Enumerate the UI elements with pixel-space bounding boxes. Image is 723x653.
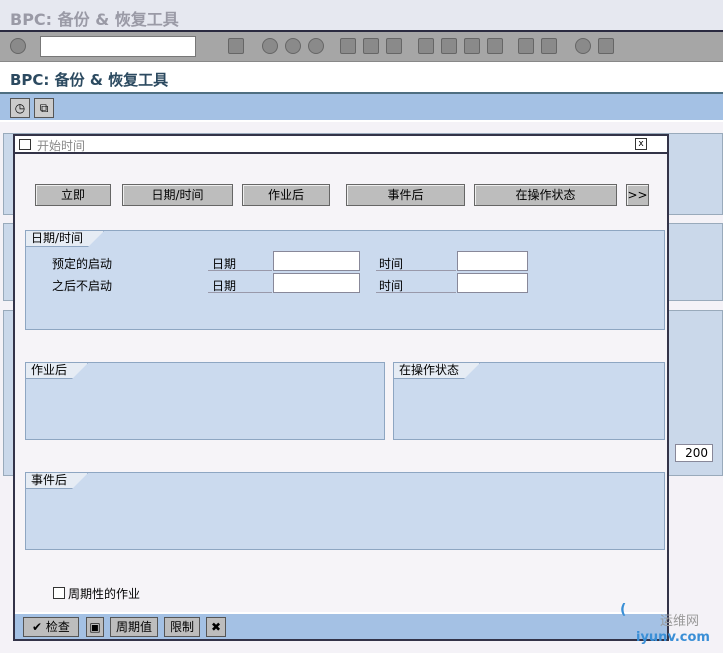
period-values-button[interactable]: 周期值 xyxy=(110,617,158,637)
check-label: 检查 xyxy=(45,620,70,634)
dialog-title: 开始时间 xyxy=(37,139,86,153)
group-label: 日期/时间 xyxy=(26,231,104,247)
watermark-text: 运维网 xyxy=(660,614,700,629)
group-label: 事件后 xyxy=(26,473,88,489)
background-value-field[interactable]: 200 xyxy=(675,444,713,462)
close-icon[interactable]: x xyxy=(635,138,647,150)
start-date-input[interactable] xyxy=(273,251,360,271)
window-titlebar: BPC: 备份 & 恢复工具 xyxy=(0,0,723,32)
schedule-icon[interactable]: ◷ xyxy=(10,98,30,118)
cancel-icon[interactable]: ✖ xyxy=(206,617,226,637)
no-start-after-label: 之后不启动 xyxy=(52,279,113,293)
new-session-icon[interactable] xyxy=(518,38,534,54)
last-page-icon[interactable] xyxy=(487,38,503,54)
periodic-job-checkbox[interactable] xyxy=(53,587,65,599)
op-mode-button[interactable]: 在操作状态 xyxy=(474,184,617,206)
app-toolbar: ◷ ⧉ xyxy=(0,94,723,122)
check-button[interactable]: ✔ 检查 xyxy=(23,617,79,637)
app-titlebar: BPC: 备份 & 恢复工具 xyxy=(0,62,723,94)
scheduled-start-label: 预定的启动 xyxy=(52,257,113,271)
help-icon[interactable] xyxy=(575,38,591,54)
find-icon[interactable] xyxy=(363,38,379,54)
start-time-dialog: 开始时间 x 立即 日期/时间 作业后 事件后 在操作状态 >> 日期/时间 预… xyxy=(13,134,669,641)
layout-menu-icon[interactable] xyxy=(598,38,614,54)
datetime-button[interactable]: 日期/时间 xyxy=(122,184,233,206)
shortcut-icon[interactable] xyxy=(541,38,557,54)
op-mode-group: 在操作状态 xyxy=(393,362,665,440)
dialog-icon xyxy=(19,139,31,150)
after-job-group: 作业后 xyxy=(25,362,385,440)
watermark-url: iyunv.com xyxy=(636,630,710,645)
immediate-button[interactable]: 立即 xyxy=(35,184,111,206)
dialog-footer: ✔ 检查 ▣ 周期值 限制 ✖ xyxy=(15,612,667,639)
system-toolbar xyxy=(0,32,723,62)
start-time-input[interactable] xyxy=(457,251,528,271)
after-event-group: 事件后 xyxy=(25,472,665,550)
end-date-input[interactable] xyxy=(273,273,360,293)
next-page-icon[interactable] xyxy=(464,38,480,54)
first-page-icon[interactable] xyxy=(418,38,434,54)
checkmark-icon: ✔ xyxy=(32,620,46,634)
command-field[interactable] xyxy=(40,36,196,57)
after-job-button[interactable]: 作业后 xyxy=(242,184,330,206)
end-time-input[interactable] xyxy=(457,273,528,293)
datetime-group: 日期/时间 预定的启动 之后不启动 日期 日期 时间 时间 xyxy=(25,230,665,330)
restrictions-button[interactable]: 限制 xyxy=(164,617,200,637)
app-title: BPC: 备份 & 恢复工具 xyxy=(10,71,169,89)
back-icon[interactable] xyxy=(262,38,278,54)
periodic-job-label: 周期性的作业 xyxy=(68,587,141,601)
save-icon[interactable] xyxy=(228,38,244,54)
save-icon[interactable]: ▣ xyxy=(86,617,104,637)
dialog-titlebar: 开始时间 x xyxy=(15,136,667,154)
after-event-button[interactable]: 事件后 xyxy=(346,184,465,206)
print-icon[interactable] xyxy=(340,38,356,54)
prev-page-icon[interactable] xyxy=(441,38,457,54)
group-label: 作业后 xyxy=(26,363,88,379)
exit-icon[interactable] xyxy=(285,38,301,54)
cancel-icon[interactable] xyxy=(308,38,324,54)
watermark-logo: ( xyxy=(620,602,627,618)
find-next-icon[interactable] xyxy=(386,38,402,54)
enter-icon[interactable] xyxy=(10,38,26,54)
group-label: 在操作状态 xyxy=(394,363,480,379)
copy-icon[interactable]: ⧉ xyxy=(34,98,54,118)
window-title: BPC: 备份 & 恢复工具 xyxy=(10,10,179,29)
more-button[interactable]: >> xyxy=(626,184,649,206)
